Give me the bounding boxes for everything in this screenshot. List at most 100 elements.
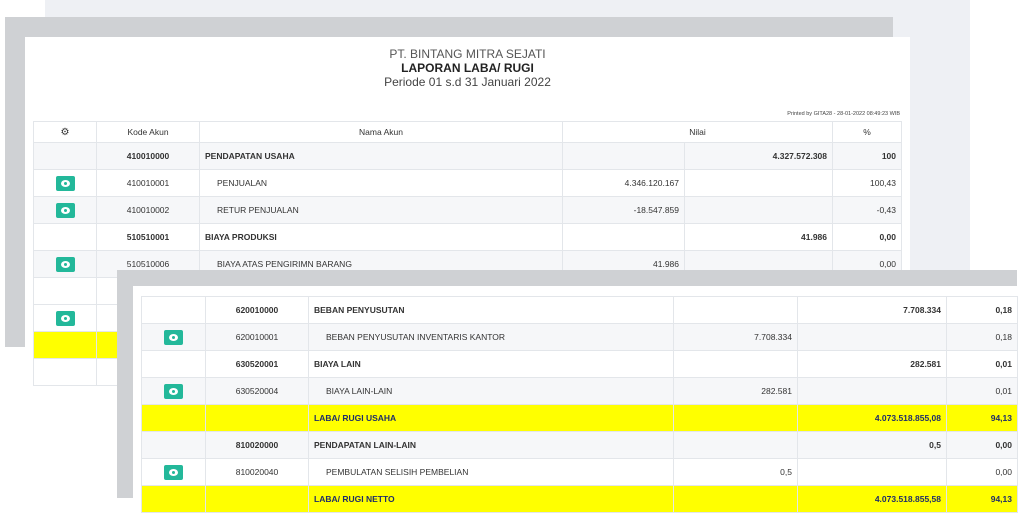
account-code: 410010001 bbox=[96, 169, 200, 197]
account-code: 620010000 bbox=[205, 296, 309, 324]
column-code: Kode Akun bbox=[96, 121, 200, 143]
percent-value: 0,18 bbox=[946, 296, 1018, 324]
action-cell bbox=[141, 296, 206, 324]
account-name: LABA/ RUGI NETTO bbox=[308, 485, 674, 513]
account-code: 620010001 bbox=[205, 323, 309, 351]
total-value bbox=[797, 377, 947, 405]
report-card-front: 620010000 BEBAN PENYUSUTAN 7.708.334 0,18 62… bbox=[133, 286, 1024, 513]
percent-value: -0,43 bbox=[832, 196, 902, 224]
total-value: 282.581 bbox=[797, 350, 947, 378]
action-cell bbox=[33, 142, 97, 170]
account-name: PENDAPATAN LAIN-LAIN bbox=[308, 431, 674, 459]
total-value: 7.708.334 bbox=[797, 296, 947, 324]
detail-value: 282.581 bbox=[673, 377, 798, 405]
total-value: 41.986 bbox=[684, 223, 833, 251]
account-code: 810020040 bbox=[205, 458, 309, 486]
percent-value: 0,18 bbox=[946, 323, 1018, 351]
total-value bbox=[797, 323, 947, 351]
view-button[interactable] bbox=[164, 464, 183, 480]
action-cell bbox=[141, 350, 206, 378]
report-period: Periode 01 s.d 31 Januari 2022 bbox=[384, 75, 551, 89]
action-cell bbox=[141, 377, 206, 405]
view-button[interactable] bbox=[55, 175, 75, 191]
percent-value: 100 bbox=[832, 142, 902, 170]
detail-value: 7.708.334 bbox=[673, 323, 798, 351]
total-value bbox=[797, 458, 947, 486]
detail-value: 0,5 bbox=[673, 458, 798, 486]
account-name: LABA/ RUGI USAHA bbox=[308, 404, 674, 432]
total-value: 0,5 bbox=[797, 431, 947, 459]
table-row: LABA/ RUGI USAHA 4.073.518.855,08 94,13 bbox=[141, 404, 1018, 432]
detail-value bbox=[673, 350, 798, 378]
account-name: BEBAN PENYUSUTAN bbox=[308, 296, 674, 324]
table-row: 410010001 PENJUALAN 4.346.120.167 100,43 bbox=[33, 169, 902, 197]
detail-value: 4.346.120.167 bbox=[562, 169, 685, 197]
action-cell bbox=[33, 277, 97, 305]
percent-value: 100,43 bbox=[832, 169, 902, 197]
table-row: 630520001 BIAYA LAIN 282.581 0,01 bbox=[141, 350, 1018, 378]
table-row: 620010001 BEBAN PENYUSUTAN INVENTARIS KAN… bbox=[141, 323, 1018, 351]
action-cell bbox=[141, 485, 206, 513]
account-code: 810020000 bbox=[205, 431, 309, 459]
table-row: 810020040 PEMBULATAN SELISIH PEMBELIAN 0,5… bbox=[141, 458, 1018, 486]
view-button[interactable] bbox=[55, 310, 75, 326]
action-cell bbox=[33, 250, 97, 278]
account-name: BIAYA LAIN-LAIN bbox=[308, 377, 674, 405]
action-cell bbox=[141, 323, 206, 351]
action-cell bbox=[141, 404, 206, 432]
percent-value: 94,13 bbox=[946, 404, 1018, 432]
table-row: 810020000 PENDAPATAN LAIN-LAIN 0,5 0,00 bbox=[141, 431, 1018, 459]
account-name: BIAYA PRODUKSI bbox=[199, 223, 563, 251]
table-row: 620010000 BEBAN PENYUSUTAN 7.708.334 0,18 bbox=[141, 296, 1018, 324]
percent-value: 0,00 bbox=[832, 223, 902, 251]
total-value: 4.327.572.308 bbox=[684, 142, 833, 170]
action-cell bbox=[33, 196, 97, 224]
table-row: 410010002 RETUR PENJUALAN -18.547.859 -0,43 bbox=[33, 196, 902, 224]
account-code: 410010002 bbox=[96, 196, 200, 224]
table-row: LABA/ RUGI NETTO 4.073.518.855,58 94,13 bbox=[141, 485, 1018, 513]
action-cell bbox=[141, 458, 206, 486]
account-name: PENDAPATAN USAHA bbox=[199, 142, 563, 170]
column-value: Nilai bbox=[562, 121, 833, 143]
account-name: BIAYA LAIN bbox=[308, 350, 674, 378]
table-row: 630520004 BIAYA LAIN-LAIN 282.581 0,01 bbox=[141, 377, 1018, 405]
detail-value bbox=[562, 142, 685, 170]
detail-value bbox=[673, 404, 798, 432]
column-percent: % bbox=[832, 121, 902, 143]
account-code bbox=[205, 404, 309, 432]
table-row: 510510001 BIAYA PRODUKSI 41.986 0,00 bbox=[33, 223, 902, 251]
account-code bbox=[205, 485, 309, 513]
percent-value: 0,01 bbox=[946, 350, 1018, 378]
percent-value: 0,01 bbox=[946, 377, 1018, 405]
account-code: 630520004 bbox=[205, 377, 309, 405]
report-table-front: 620010000 BEBAN PENYUSUTAN 7.708.334 0,18 62… bbox=[141, 296, 1018, 513]
detail-value bbox=[673, 296, 798, 324]
account-name: PENJUALAN bbox=[199, 169, 563, 197]
report-header: PT. BINTANG MITRA SEJATI LAPORAN LABA/ R… bbox=[25, 47, 910, 89]
percent-value: 0,00 bbox=[946, 458, 1018, 486]
column-action: ⚙ bbox=[33, 121, 97, 143]
total-value: 4.073.518.855,08 bbox=[797, 404, 947, 432]
account-code: 410010000 bbox=[96, 142, 200, 170]
view-button[interactable] bbox=[55, 202, 75, 218]
view-button[interactable] bbox=[164, 383, 183, 399]
account-code: 630520001 bbox=[205, 350, 309, 378]
action-cell bbox=[33, 223, 97, 251]
detail-value: -18.547.859 bbox=[562, 196, 685, 224]
report-title: LAPORAN LABA/ RUGI bbox=[401, 61, 534, 75]
account-code: 510510001 bbox=[96, 223, 200, 251]
detail-value bbox=[673, 431, 798, 459]
detail-value bbox=[562, 223, 685, 251]
table-row: 410010000 PENDAPATAN USAHA 4.327.572.308 10… bbox=[33, 142, 902, 170]
account-name: PEMBULATAN SELISIH PEMBELIAN bbox=[308, 458, 674, 486]
printed-by: Printed by GITA28 - 28-01-2022 08:49:23 … bbox=[787, 111, 900, 117]
column-name: Nama Akun bbox=[199, 121, 563, 143]
total-value bbox=[684, 169, 833, 197]
account-name: RETUR PENJUALAN bbox=[199, 196, 563, 224]
view-button[interactable] bbox=[164, 329, 183, 345]
detail-value bbox=[673, 485, 798, 513]
view-button[interactable] bbox=[55, 256, 75, 272]
company-name: PT. BINTANG MITRA SEJATI bbox=[389, 47, 546, 61]
percent-value: 94,13 bbox=[946, 485, 1018, 513]
action-cell bbox=[33, 169, 97, 197]
